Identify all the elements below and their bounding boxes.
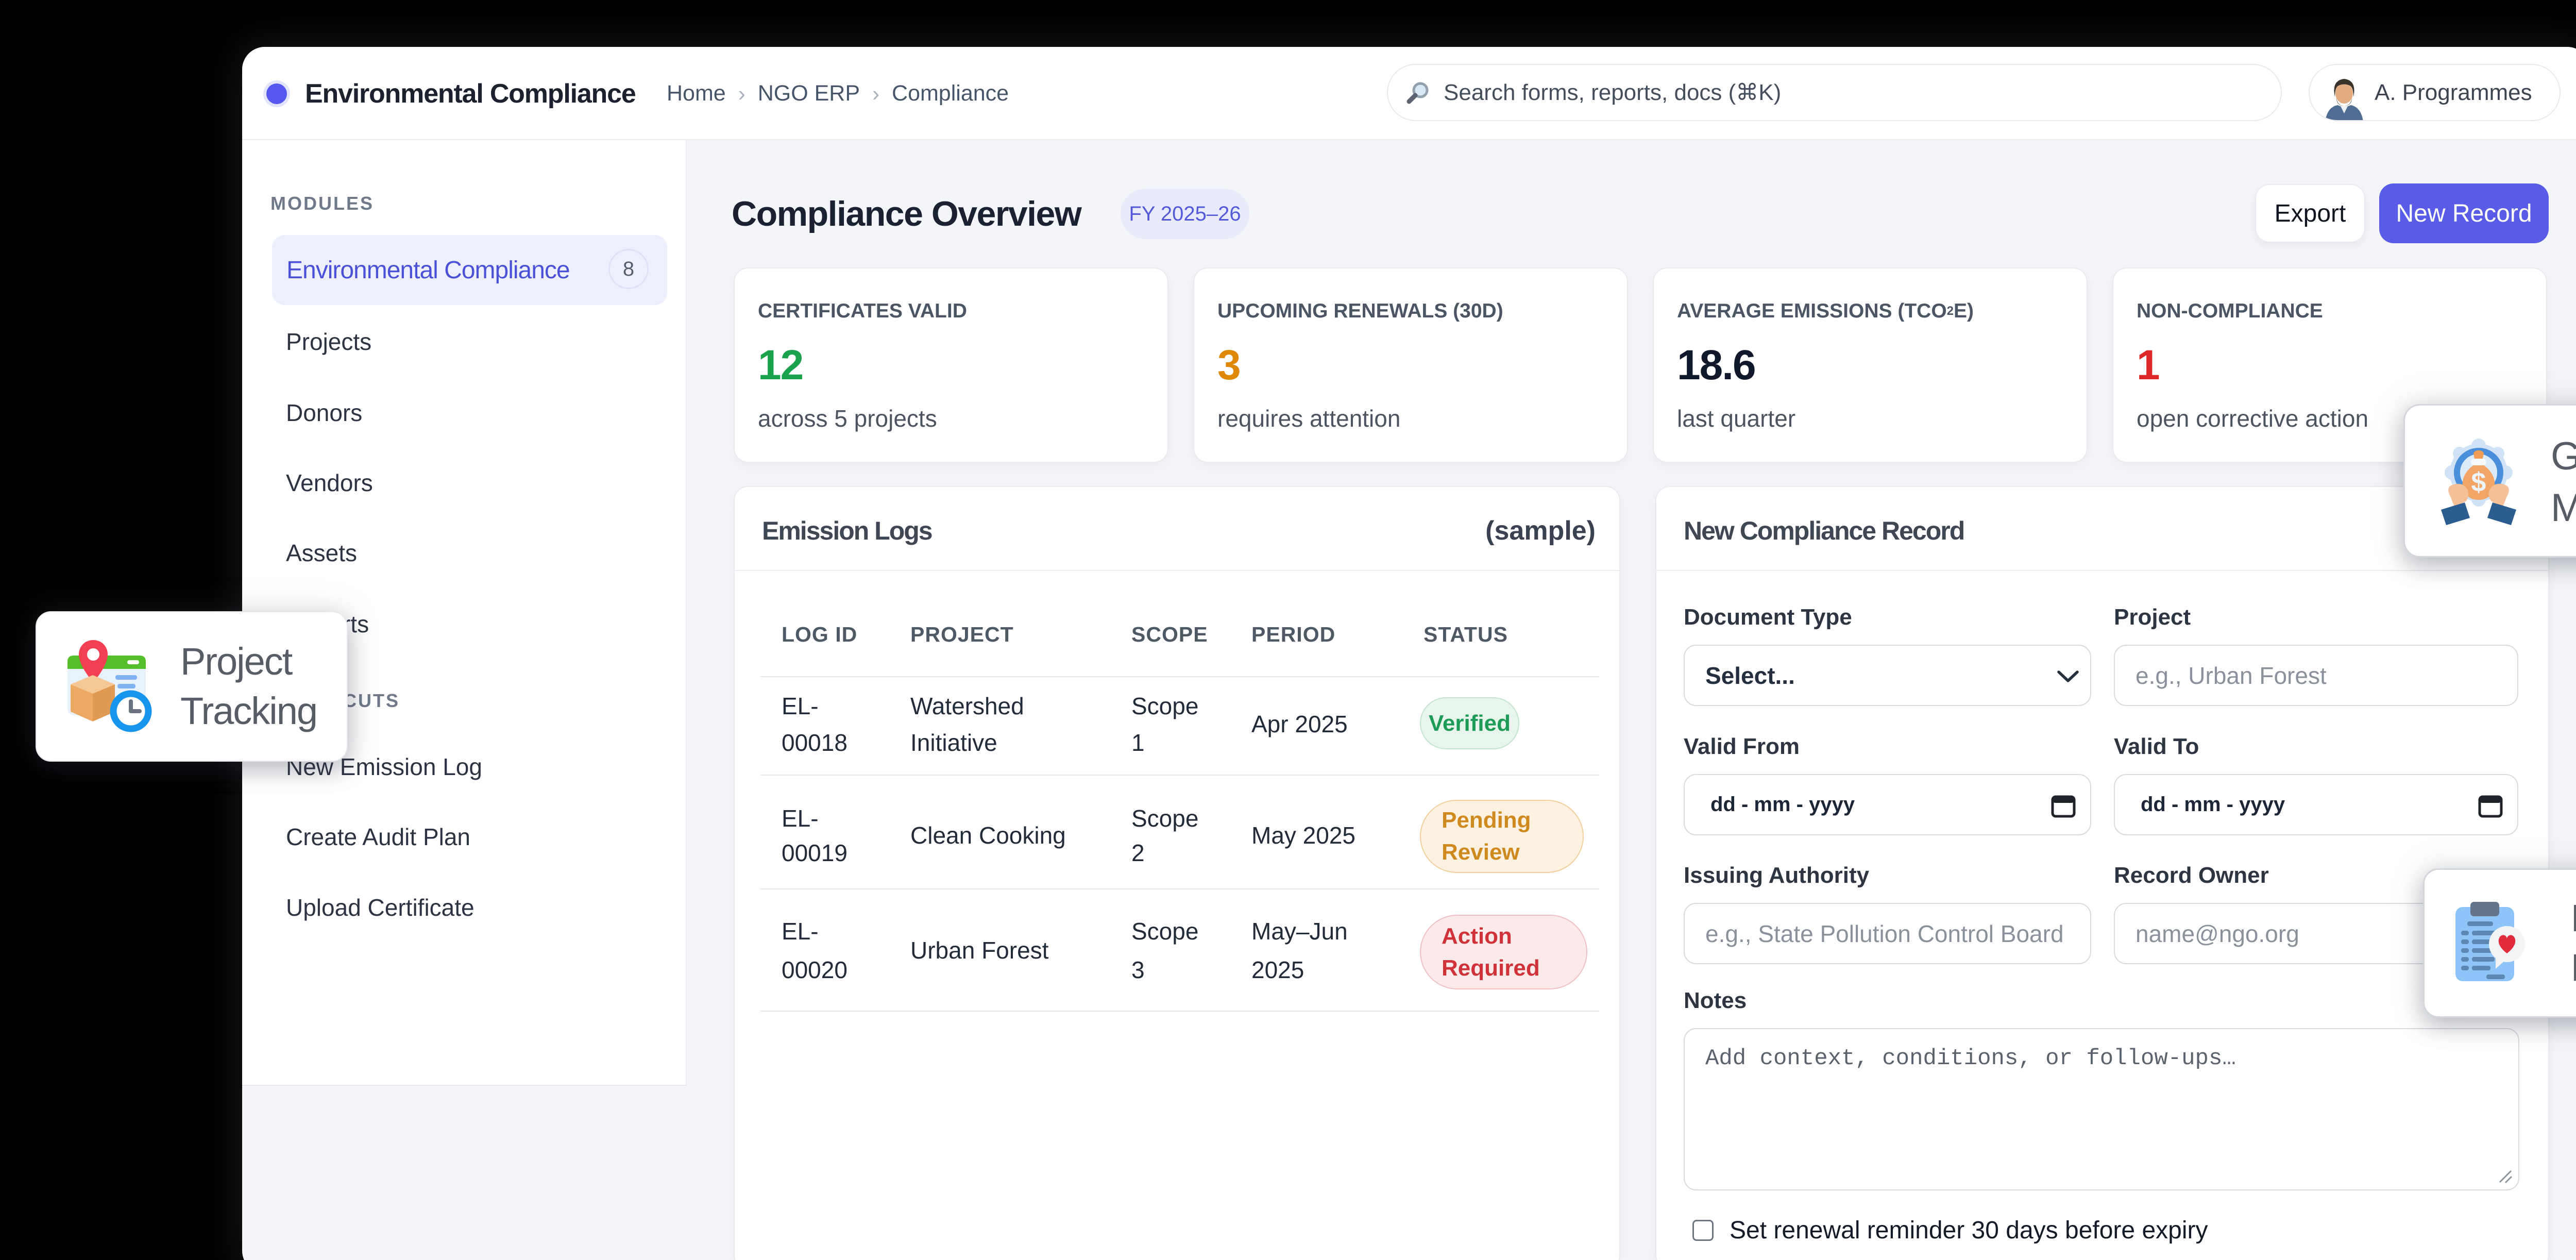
svg-text:$: $ <box>2471 467 2486 497</box>
